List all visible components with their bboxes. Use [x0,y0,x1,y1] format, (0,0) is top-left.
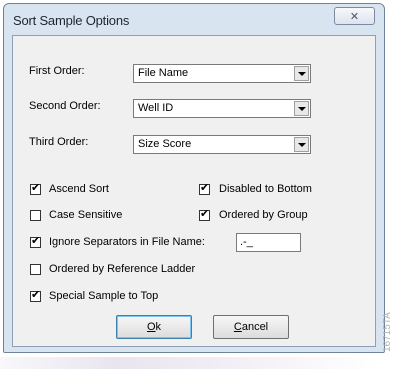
separators-input[interactable]: .-_ [236,233,301,252]
ignore-separators-label: Ignore Separators in File Name: [49,236,205,248]
disabled-to-bottom-checkbox[interactable]: ✔ [199,181,210,195]
dialog-title: Sort Sample Options [13,13,130,28]
case-sensitive-checkbox[interactable] [30,210,41,221]
cancel-label: ancel [241,321,269,333]
first-order-label: First Order: [29,65,85,77]
ordered-by-group-label: Ordered by Group [219,209,308,221]
background-strip [0,357,380,369]
third-order-label: Third Order: [29,136,89,148]
disabled-to-bottom-label: Disabled to Bottom [219,183,312,195]
dialog-body: First Order: File Name Second Order: Wel… [12,35,376,347]
ascend-sort-checkbox[interactable]: ✔ [30,181,41,195]
chevron-down-icon[interactable] [294,101,309,116]
ordered-by-reference-ladder-label: Ordered by Reference Ladder [49,263,196,275]
second-order-label: Second Order: [29,100,101,112]
third-order-dropdown[interactable]: Size Score [133,135,311,154]
figure-id-watermark: 16715TA [382,312,393,352]
second-order-value: Well ID [138,102,174,114]
ok-label: k [155,321,162,333]
check-icon: ✔ [200,207,210,220]
third-order-value: Size Score [138,138,192,150]
cancel-mnemonic: C [233,321,242,333]
chevron-down-icon[interactable] [294,137,309,152]
ok-button[interactable]: Ok [116,315,192,339]
check-icon: ✔ [31,288,41,301]
close-icon: ✕ [349,10,360,23]
first-order-dropdown[interactable]: File Name [133,64,311,83]
ordered-by-reference-ladder-checkbox[interactable] [30,264,41,275]
ignore-separators-checkbox[interactable]: ✔ [30,234,41,248]
close-button[interactable]: ✕ [334,7,375,25]
second-order-dropdown[interactable]: Well ID [133,99,311,118]
sort-sample-options-dialog: Sort Sample Options ✕ First Order: File … [3,3,385,353]
special-sample-to-top-label: Special Sample to Top [49,290,159,302]
chevron-down-icon[interactable] [294,66,309,81]
special-sample-to-top-checkbox[interactable]: ✔ [30,288,41,302]
first-order-value: File Name [138,67,189,79]
check-icon: ✔ [200,181,210,194]
ascend-sort-label: Ascend Sort [49,183,109,195]
ordered-by-group-checkbox[interactable]: ✔ [199,207,210,221]
case-sensitive-label: Case Sensitive [49,209,123,221]
check-icon: ✔ [31,234,41,247]
title-bar: Sort Sample Options ✕ [4,4,384,34]
cancel-button[interactable]: Cancel [213,315,289,339]
ok-mnemonic: O [146,321,156,333]
check-icon: ✔ [31,181,41,194]
